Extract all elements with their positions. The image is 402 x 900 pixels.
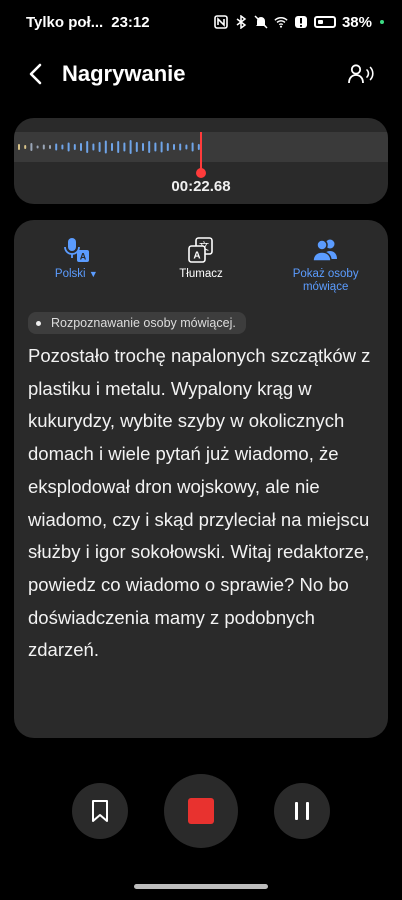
waveform-bar	[61, 144, 64, 150]
waveform-bar	[42, 144, 45, 150]
waveform-bar	[129, 140, 132, 154]
waveform-bar	[154, 142, 157, 152]
waveform-bar	[160, 141, 163, 153]
waveform-bar	[123, 142, 126, 152]
wifi-icon	[274, 15, 288, 29]
waveform-bar	[117, 141, 120, 153]
bookmark-icon	[92, 800, 108, 822]
battery-icon	[313, 16, 336, 28]
svg-text:A: A	[193, 251, 200, 262]
waveform-bar	[67, 142, 70, 152]
speakers-icon	[310, 234, 342, 266]
show-speakers-button[interactable]: Pokaż osoby mówiące	[263, 234, 388, 320]
back-button[interactable]	[22, 60, 50, 88]
waveform-bar	[30, 143, 33, 151]
alert-icon	[294, 15, 308, 29]
stop-button[interactable]	[164, 774, 238, 848]
waveform-bar	[148, 141, 151, 153]
waveform-bar	[104, 140, 107, 154]
pause-icon	[295, 802, 309, 820]
waveform-bar	[92, 143, 95, 151]
transcript-card: A Polski ▼ 文 A Tłumacz	[14, 220, 388, 738]
bluetooth-icon	[234, 15, 248, 29]
waveform-bar	[135, 142, 138, 152]
waveform-bar	[80, 143, 82, 151]
clock: 23:12	[111, 13, 150, 31]
language-label: Polski	[54, 268, 86, 280]
app-header: Nagrywanie	[0, 52, 402, 96]
elapsed-time: 00:22.68	[171, 178, 231, 195]
status-bar: Tylko poł... 23:12 38%	[0, 0, 402, 44]
waveform-bar	[166, 143, 169, 151]
speakers-label: Pokaż osoby mówiące	[292, 268, 359, 293]
waveform-bar	[49, 145, 51, 149]
waveform-bar	[191, 142, 194, 152]
voice-focus-icon	[348, 64, 374, 84]
waveform-card: 00:22.68	[14, 118, 388, 204]
speaker-recognition-chip: Rozpoznawanie osoby mówiącej.	[28, 312, 246, 334]
translate-label: Tłumacz	[179, 268, 223, 280]
caret-down-icon: ▼	[88, 269, 98, 279]
page-title: Nagrywanie	[62, 61, 186, 86]
waveform-bar	[73, 144, 76, 150]
svg-text:A: A	[80, 252, 87, 262]
chip-dot-icon	[36, 320, 41, 326]
translate-icon: 文 A	[185, 234, 217, 266]
pause-button[interactable]	[274, 783, 330, 839]
bookmark-button[interactable]	[72, 783, 128, 839]
waveform-bar	[142, 143, 144, 151]
waveform-bar	[173, 144, 175, 150]
nfc-icon	[214, 15, 228, 29]
mute-icon	[254, 15, 268, 29]
waveform-bar	[24, 145, 27, 149]
transcript-toolbar: A Polski ▼ 文 A Tłumacz	[14, 234, 388, 320]
mic-language-icon: A	[60, 234, 92, 266]
chevron-left-icon	[29, 63, 42, 85]
transcript-text: Pozostało trochę napalonych szczątków z …	[28, 345, 371, 661]
waveform-bar	[55, 143, 58, 151]
waveform-bar	[18, 144, 20, 150]
recording-controls	[0, 774, 402, 848]
chip-label: Rozpoznawanie osoby mówiącej.	[51, 316, 236, 330]
voice-focus-button[interactable]	[344, 59, 380, 89]
playhead[interactable]	[196, 132, 206, 178]
waveform-bar	[98, 142, 101, 152]
waveform-bar	[111, 143, 113, 151]
privacy-dot	[380, 20, 384, 24]
waveform-bar	[185, 144, 188, 150]
stop-icon	[188, 798, 214, 824]
carrier-label: Tylko poł...	[26, 13, 104, 31]
language-button[interactable]: A Polski ▼	[14, 234, 139, 320]
status-icons: 38%	[214, 14, 384, 31]
home-indicator[interactable]	[134, 884, 268, 889]
waveform-bar	[179, 143, 182, 151]
translate-button[interactable]: 文 A Tłumacz	[139, 234, 264, 320]
waveform-bar	[86, 141, 89, 153]
battery-percent: 38%	[341, 13, 372, 31]
waveform-bar	[36, 145, 39, 149]
